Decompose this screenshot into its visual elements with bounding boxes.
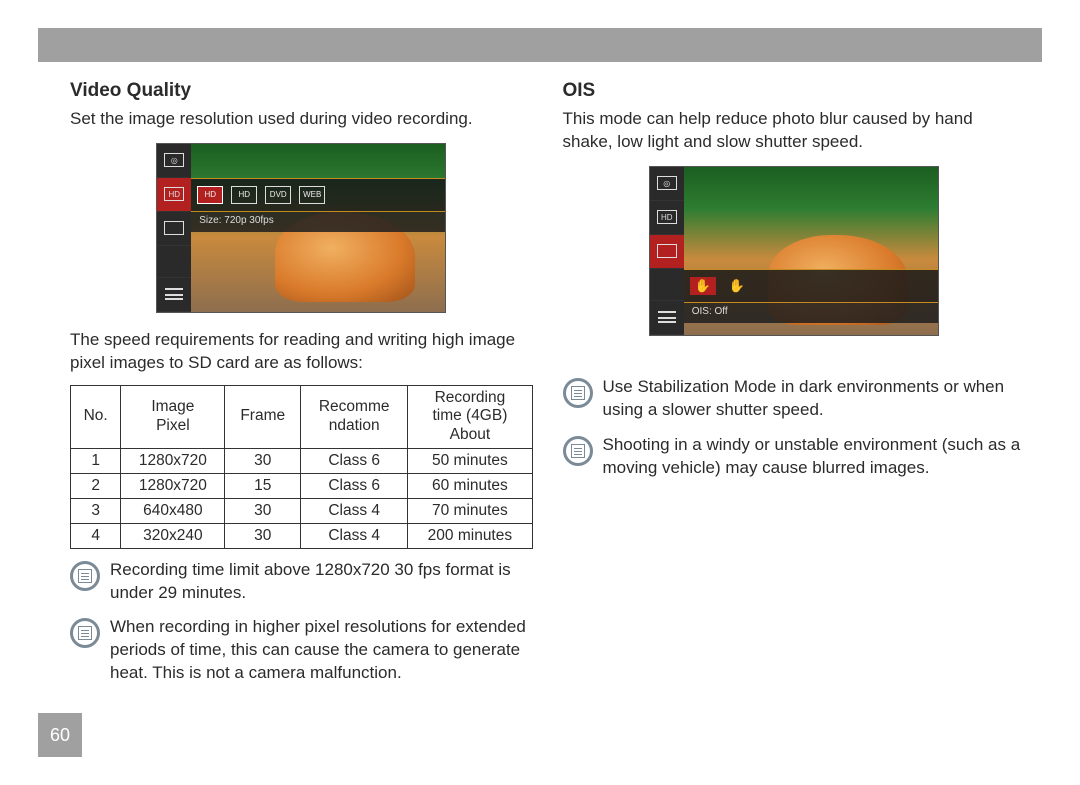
camera-mode-icon: ◎ — [157, 144, 191, 178]
table-row: 21280x72015Class 660 minutes — [71, 473, 533, 498]
left-sidebar-icons: ◎ HD — [157, 144, 191, 312]
table-row: 11280x72030Class 650 minutes — [71, 448, 533, 473]
page-content: Video Quality Set the image resolution u… — [70, 80, 1025, 755]
ois-screenshot: ◎ HD OIS: Off — [649, 166, 939, 336]
option-web: WEB — [299, 186, 325, 204]
video-quality-table: No. ImagePixel Frame Recommendation Reco… — [70, 385, 533, 549]
note-text: Shooting in a windy or unstable environm… — [603, 434, 1026, 480]
th-no: No. — [71, 385, 121, 448]
right-column: OIS This mode can help reduce photo blur… — [563, 80, 1026, 755]
option-dvd: DVD — [265, 186, 291, 204]
note-text: When recording in higher pixel resolutio… — [110, 616, 533, 685]
video-size-hint: Size: 720p 30fps — [191, 212, 445, 232]
note-text: Recording time limit above 1280x720 30 f… — [110, 559, 533, 605]
th-pixel: ImagePixel — [121, 385, 225, 448]
ois-heading: OIS — [563, 80, 1026, 102]
note-heat: When recording in higher pixel resolutio… — [70, 616, 533, 685]
ois-lead: This mode can help reduce photo blur cau… — [563, 108, 1026, 154]
video-quality-heading: Video Quality — [70, 80, 533, 102]
note-icon — [563, 378, 593, 408]
ois-off-icon — [650, 235, 684, 269]
menu-icon — [650, 301, 684, 335]
ois-off-icon — [157, 212, 191, 246]
option-ois-on — [724, 277, 750, 295]
camera-mode-icon: ◎ — [650, 167, 684, 201]
th-frame: Frame — [225, 385, 301, 448]
table-row: 3640x48030Class 470 minutes — [71, 498, 533, 523]
video-quality-screenshot: ◎ HD HD HD DVD WEB Size: 720p 30fps — [156, 143, 446, 313]
note-icon — [70, 618, 100, 648]
th-recommendation: Recommendation — [301, 385, 408, 448]
left-column: Video Quality Set the image resolution u… — [70, 80, 533, 755]
video-size-options-row: HD HD DVD WEB — [191, 178, 445, 212]
note-icon — [563, 436, 593, 466]
ois-options-row — [684, 269, 938, 303]
page-number: 60 — [38, 713, 82, 757]
note-text: Use Stabilization Mode in dark environme… — [603, 376, 1026, 422]
option-ois-off-selected — [690, 277, 716, 295]
th-recording-time: Recordingtime (4GB)About — [408, 385, 532, 448]
note-windy: Shooting in a windy or unstable environm… — [563, 434, 1026, 480]
note-stabilization: Use Stabilization Mode in dark environme… — [563, 376, 1026, 422]
table-row: 4320x24030Class 4200 minutes — [71, 523, 533, 548]
option-hd-selected: HD — [197, 186, 223, 204]
menu-icon — [157, 278, 191, 312]
ois-hint: OIS: Off — [684, 303, 938, 323]
hd-icon: HD — [157, 178, 191, 212]
option-hd: HD — [231, 186, 257, 204]
note-icon — [70, 561, 100, 591]
note-time-limit: Recording time limit above 1280x720 30 f… — [70, 559, 533, 605]
left-sidebar-icons: ◎ HD — [650, 167, 684, 335]
pre-table-text: The speed requirements for reading and w… — [70, 329, 533, 375]
table-header-row: No. ImagePixel Frame Recommendation Reco… — [71, 385, 533, 448]
video-quality-lead: Set the image resolution used during vid… — [70, 108, 533, 131]
table-body: 11280x72030Class 650 minutes 21280x72015… — [71, 448, 533, 548]
hd-icon: HD — [650, 201, 684, 235]
header-bar — [38, 28, 1042, 62]
